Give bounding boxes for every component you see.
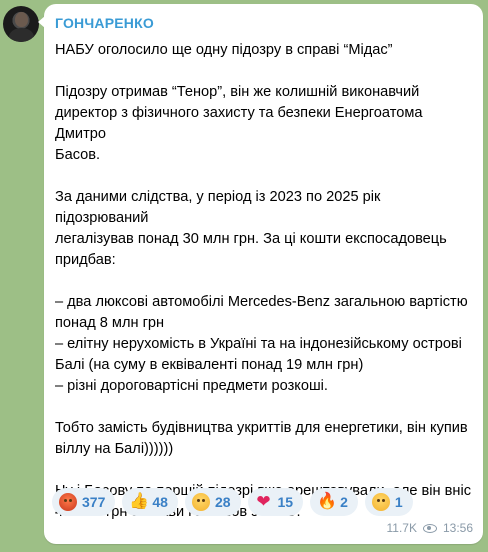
message-paragraph: Тобто замість будівництва укриттів для е… — [55, 420, 468, 457]
reaction-count: 377 — [82, 494, 106, 510]
fire-icon: 🔥 — [317, 493, 338, 510]
view-count: 11.7K — [386, 521, 417, 535]
author-avatar[interactable] — [3, 6, 39, 42]
reaction-crying[interactable]: 1 — [364, 488, 413, 516]
eye-icon — [422, 523, 437, 533]
reaction-grinning[interactable]: 28 — [184, 488, 241, 516]
reaction-thumbs-up[interactable]: 👍 48 — [122, 488, 178, 516]
angry-face-icon — [59, 493, 77, 511]
reactions-bar: 377 👍 48 28 ❤ 15 🔥 2 1 — [52, 488, 413, 516]
reaction-count: 1 — [394, 494, 403, 510]
avatar-body-shape — [9, 28, 34, 42]
reaction-count: 2 — [340, 494, 348, 510]
grinning-face-icon — [191, 493, 210, 511]
avatar-head-shape — [15, 12, 28, 27]
message-paragraph: Підозру отримав “Тенор”, він же колишній… — [55, 84, 423, 163]
message-paragraph: НАБУ оголосило ще одну підозру в справі … — [55, 42, 393, 58]
reaction-angry[interactable]: 377 — [52, 488, 116, 516]
message-text: НАБУ оголосило ще одну підозру в справі … — [55, 40, 475, 523]
reaction-count: 48 — [152, 494, 168, 510]
message-paragraph: За даними слідства, у період із 2023 по … — [55, 189, 447, 268]
message-meta: 11.7K 13:56 — [387, 521, 474, 535]
message-time: 13:56 — [442, 521, 473, 535]
thumbs-up-icon: 👍 — [129, 493, 150, 510]
reaction-heart[interactable]: ❤ 15 — [247, 488, 304, 516]
crying-face-icon — [371, 493, 390, 511]
message-author[interactable]: ГОНЧАРЕНКО — [55, 15, 154, 31]
reaction-count: 15 — [277, 494, 294, 510]
message-paragraph: – два люксові автомобілі Mercedes-Benz з… — [55, 294, 468, 394]
reaction-fire[interactable]: 🔥 2 — [310, 488, 358, 516]
reaction-count: 28 — [214, 494, 231, 510]
red-heart-icon: ❤ — [256, 492, 271, 511]
chat-area: ГОНЧАРЕНКО НАБУ оголосило ще одну підозр… — [0, 0, 488, 552]
message-bubble: ГОНЧАРЕНКО НАБУ оголосило ще одну підозр… — [38, 4, 483, 544]
